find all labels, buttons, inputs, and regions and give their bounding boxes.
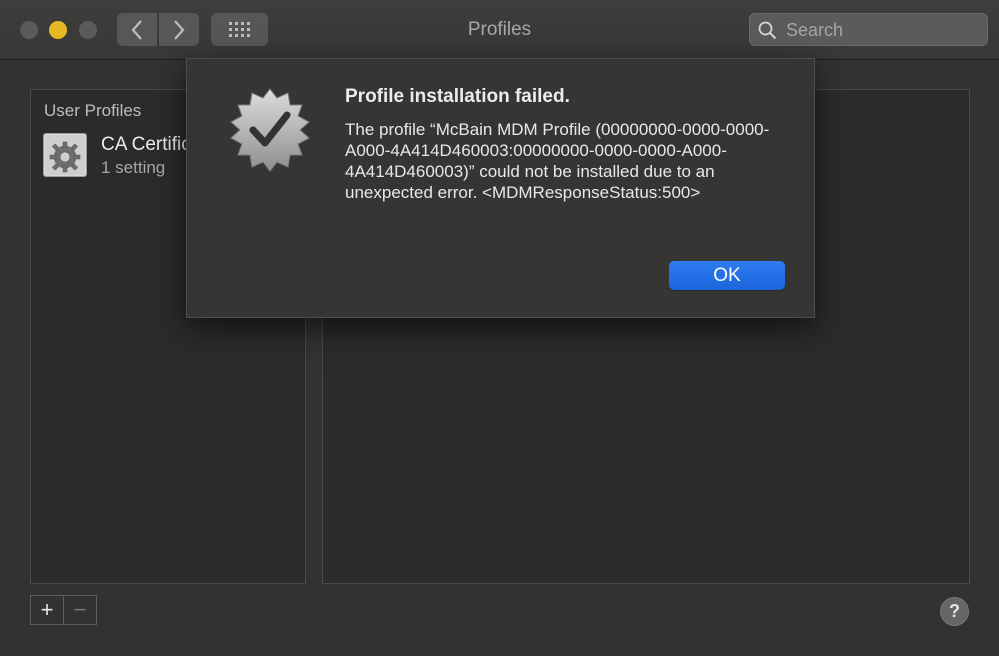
profile-name: CA Certific	[101, 134, 191, 155]
search-input[interactable]	[784, 14, 983, 47]
dialog-title: Profile installation failed.	[345, 86, 570, 107]
add-profile-button[interactable]: +	[31, 596, 63, 624]
add-remove-control: + −	[30, 595, 97, 625]
profile-subtitle: 1 setting	[101, 158, 166, 177]
search-field[interactable]	[749, 13, 988, 47]
dialog-message: The profile “McBain MDM Profile (0000000…	[345, 120, 770, 202]
section-label-user-profiles: User Profiles	[44, 101, 142, 120]
verified-badge-icon	[230, 88, 310, 172]
help-button[interactable]: ?	[940, 597, 969, 626]
titlebar: Profiles	[0, 0, 999, 60]
preferences-window: Profiles User Profiles	[0, 0, 999, 656]
error-dialog: Profile installation failed. The profile…	[186, 58, 815, 318]
remove-profile-button[interactable]: −	[63, 596, 96, 624]
search-icon	[758, 21, 777, 40]
gear-icon	[43, 133, 87, 177]
ok-button[interactable]: OK	[669, 261, 785, 290]
